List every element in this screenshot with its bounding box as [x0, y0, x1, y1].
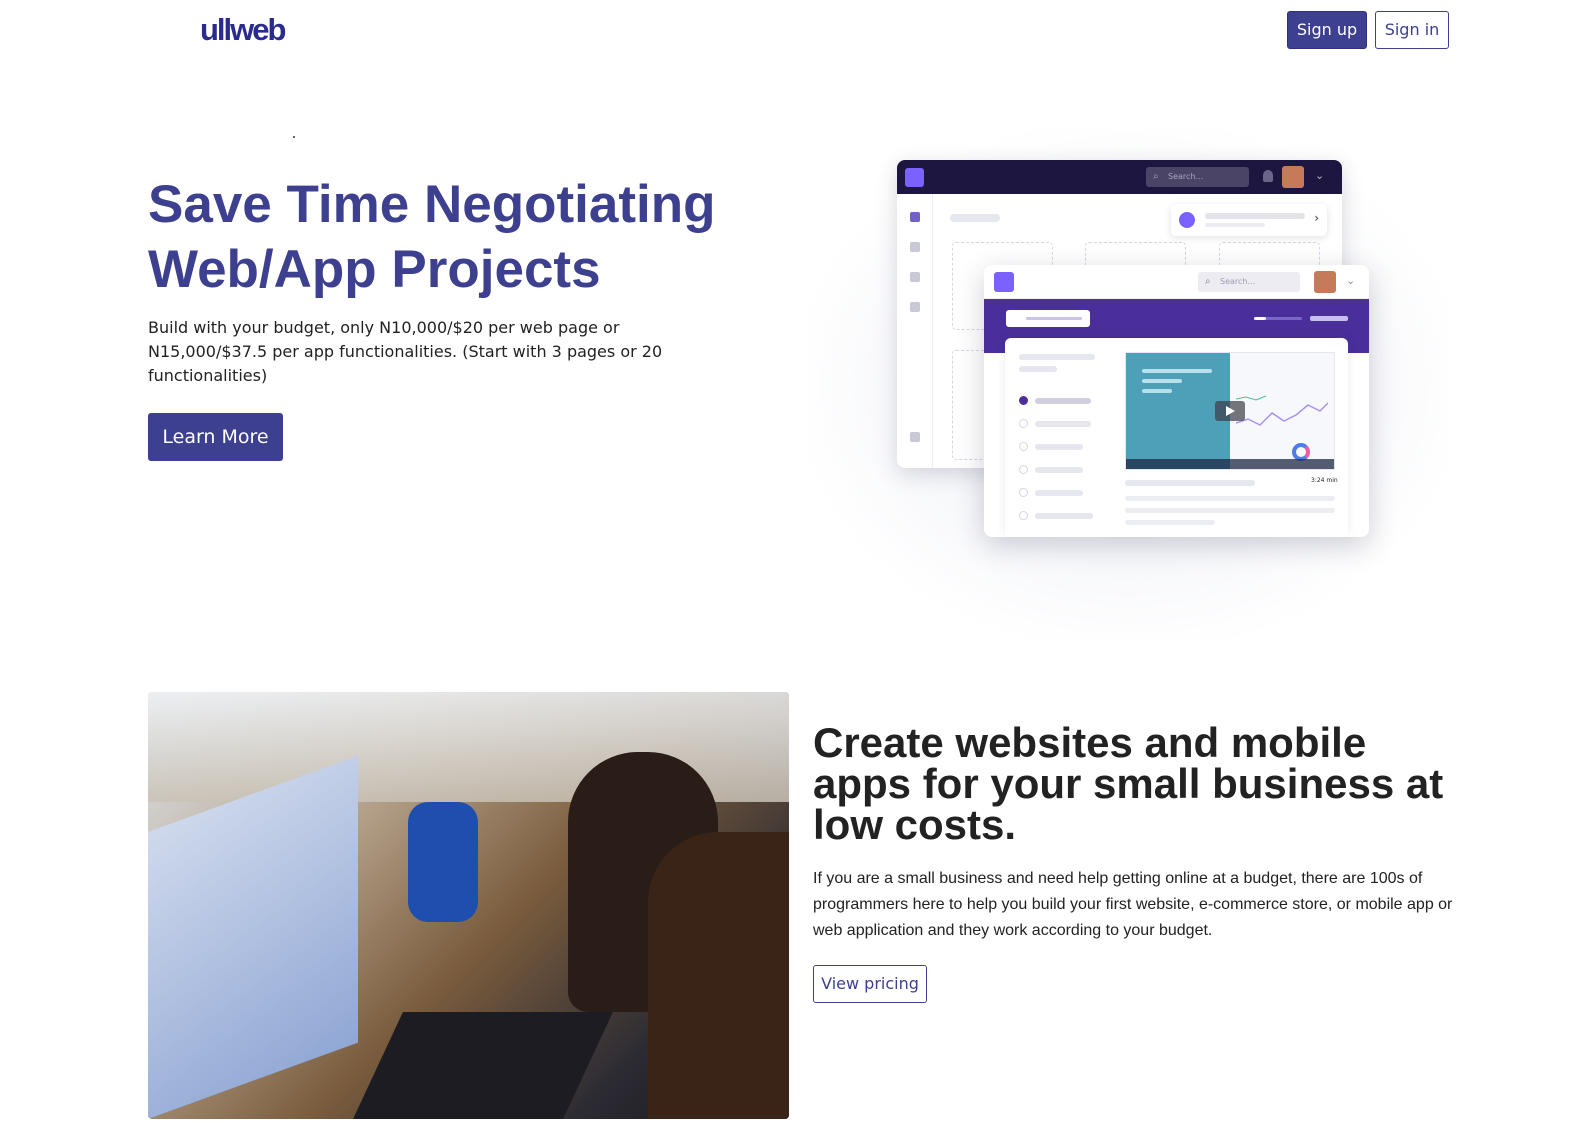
app-logo-icon [905, 168, 924, 187]
notification-card: › [1171, 204, 1327, 236]
search-field: Search... [1146, 167, 1249, 187]
chevron-right-icon: › [1314, 211, 1319, 225]
lesson-card: 3:24 min [1005, 338, 1348, 537]
hero-title: Save Time Negotiating Web/App Projects [148, 175, 716, 299]
play-icon [1215, 401, 1245, 421]
video-duration: 3:24 min [1311, 477, 1338, 484]
dashboard-icon [910, 212, 920, 222]
chevron-down-icon: ⌄ [1346, 274, 1356, 287]
app-logo-icon [994, 272, 1014, 292]
avatar [1282, 166, 1304, 188]
site-header: ullweb Sign up Sign in [0, 0, 1595, 62]
check-icon [1019, 396, 1028, 405]
window-titlebar: Search... ⌄ [897, 160, 1342, 194]
video-player [1125, 352, 1335, 470]
sidebar [897, 194, 933, 468]
avatar [1314, 271, 1336, 293]
sign-up-button[interactable]: Sign up [1287, 11, 1367, 49]
course-window-front: Search... ⌄ [984, 265, 1369, 537]
progress-indicator [1254, 317, 1302, 320]
search-field: Search... [1198, 272, 1300, 292]
bell-icon [1263, 170, 1273, 182]
ullweb-logo[interactable]: ullweb [200, 12, 300, 48]
hero-subtitle: Build with your budget, only N10,000/$20… [148, 318, 663, 385]
user-icon [910, 302, 920, 312]
list-icon [910, 242, 920, 252]
sign-in-button[interactable]: Sign in [1375, 11, 1449, 49]
line-graph [1236, 395, 1328, 426]
breadcrumb-placeholder [950, 214, 1000, 222]
svg-text:ullweb: ullweb [200, 12, 286, 47]
window-titlebar: Search... ⌄ [984, 265, 1369, 299]
video-controls [1126, 459, 1334, 469]
chevron-down-icon: ⌄ [1315, 169, 1325, 182]
section-body: If you are a small business and need hel… [813, 870, 1453, 939]
section-title: Create websites and mobile apps for your… [813, 719, 1444, 848]
learn-more-button[interactable]: Learn More [148, 413, 283, 461]
user-icon [1179, 212, 1195, 228]
gear-icon [910, 432, 920, 442]
menu-pill [1006, 310, 1090, 327]
decorative-dot [293, 136, 295, 138]
chart-icon [910, 272, 920, 282]
pagination-dots [1310, 316, 1348, 321]
team-photo [148, 692, 789, 1119]
view-pricing-button[interactable]: View pricing [813, 965, 927, 1003]
